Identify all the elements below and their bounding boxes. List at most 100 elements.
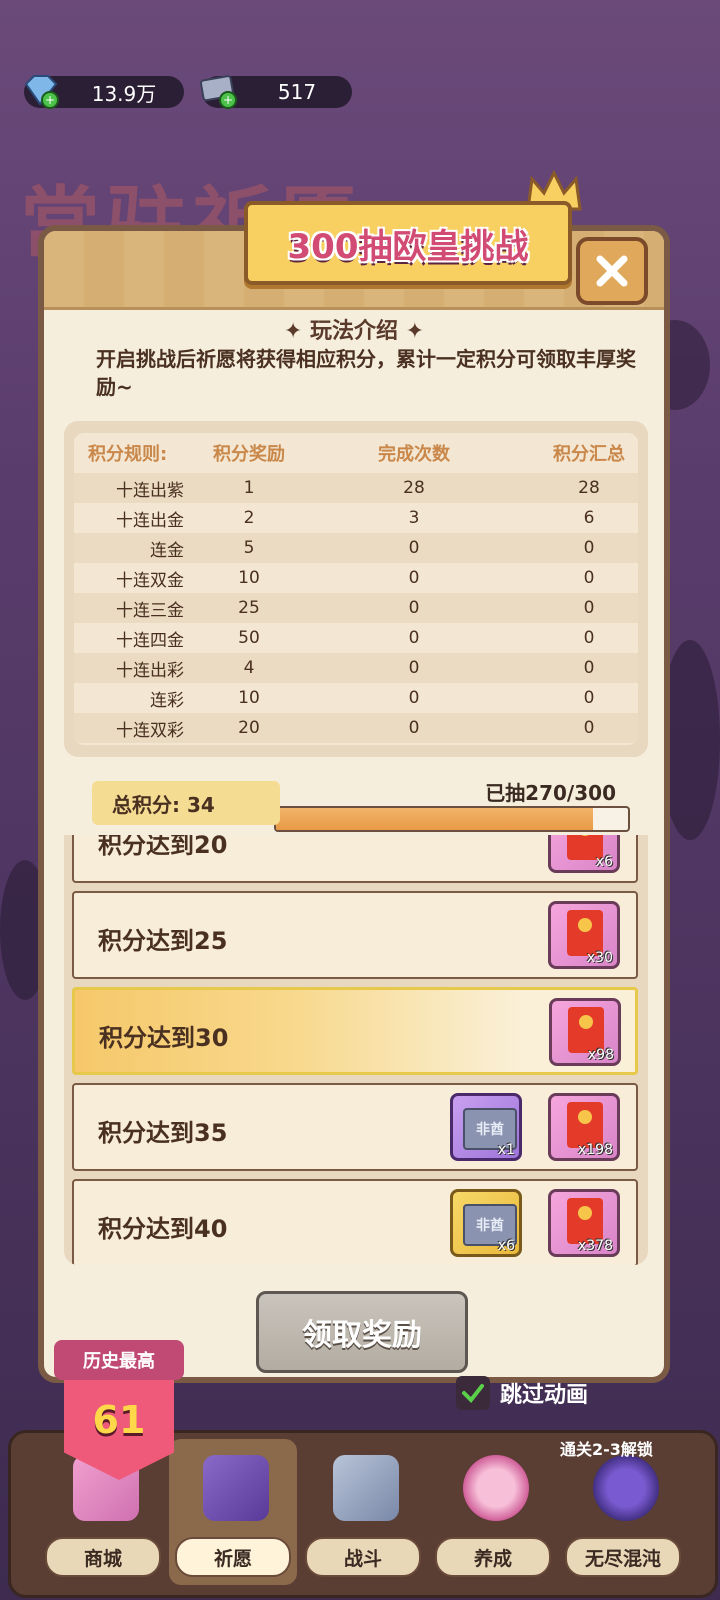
wish-icon — [203, 1455, 269, 1521]
close-button[interactable] — [576, 237, 648, 305]
total-points-label: 总积分: 34 — [92, 781, 280, 825]
reward-threshold-label: 积分达到35 — [98, 1119, 228, 1147]
nav-label: 养成 — [435, 1537, 551, 1577]
skip-animation-checkbox[interactable] — [456, 1376, 490, 1410]
challenge-modal: 300抽欧皇挑战 ✦ 玩法介绍 ✦ 开启挑战后祈愿将获得相应积分，累计一定积分可… — [38, 169, 670, 1383]
rules-header-row: 积分规则: 积分奖励 完成次数 积分汇总 — [74, 433, 638, 473]
rule-points: 50 — [238, 628, 260, 648]
rule-points: 4 — [243, 658, 255, 678]
reward-threshold-label: 积分达到40 — [98, 1215, 228, 1243]
reward-threshold-label: 积分达到25 — [98, 927, 228, 955]
rules-row: 十连双金 10 0 0 — [74, 563, 638, 593]
rule-name: 连彩 — [150, 690, 184, 711]
rule-total: 0 — [583, 568, 595, 588]
rule-count: 0 — [408, 628, 420, 648]
claim-reward-button[interactable]: 领取奖励 — [256, 1291, 468, 1373]
reward-row[interactable]: 积分达到20 x6 — [72, 835, 638, 883]
rules-row: 十连四金 50 0 0 — [74, 623, 638, 653]
rules-header: 积分奖励 — [213, 444, 285, 465]
reward-threshold-label: 积分达到20 — [98, 835, 228, 859]
rule-name: 十连出紫 — [116, 480, 184, 501]
red-envelope-reward-item[interactable]: x98 — [549, 998, 621, 1066]
reward-quantity: x198 — [577, 1142, 613, 1158]
rule-count: 0 — [408, 568, 420, 588]
history-best-label: 历史最高 — [54, 1340, 184, 1380]
ticket-count: 517 — [277, 80, 317, 104]
reward-row[interactable]: 积分达到25 x30 — [72, 891, 638, 979]
reward-quantity: x378 — [577, 1238, 613, 1254]
rules-header: 积分规则: — [88, 444, 168, 465]
rule-count: 0 — [408, 688, 420, 708]
intro-text: 开启挑战后祈愿将获得相应积分，累计一定积分可领取丰厚奖励~ — [96, 347, 636, 399]
modal-title: 300抽欧皇挑战 — [287, 226, 529, 267]
check-icon — [462, 1384, 484, 1404]
skip-animation-toggle[interactable]: 跳过动画 — [456, 1376, 588, 1410]
rule-points: 10 — [238, 568, 260, 588]
rule-points: 25 — [238, 598, 260, 618]
nav-battle[interactable]: 战斗 — [299, 1439, 427, 1585]
currency-bar: + 13.9万 + 517 — [24, 75, 352, 109]
rules-row: 十连出彩 4 0 0 — [74, 653, 638, 683]
nav-label: 商城 — [45, 1537, 161, 1577]
rule-count: 0 — [408, 598, 420, 618]
reward-quantity: x30 — [586, 950, 613, 966]
rules-row: 连金 5 0 0 — [74, 533, 638, 563]
svg-text:+: + — [45, 93, 55, 107]
rule-name: 十连双金 — [116, 570, 184, 591]
rule-name: 十连出彩 — [116, 660, 184, 681]
diamond-count: 13.9万 — [91, 81, 157, 106]
red-envelope-reward-item[interactable]: x6 — [548, 835, 620, 873]
rules-row: 十连三金 25 0 0 — [74, 593, 638, 623]
rules-row: 连彩 10 0 0 — [74, 683, 638, 713]
close-icon — [596, 255, 628, 287]
rule-points: 20 — [238, 718, 260, 738]
rule-total: 0 — [583, 538, 595, 558]
diamond-currency[interactable]: + 13.9万 — [24, 75, 184, 109]
reward-threshold-label: 积分达到30 — [99, 1024, 229, 1052]
ticket-icon: + — [199, 75, 237, 109]
rule-total: 0 — [583, 658, 595, 678]
reward-row[interactable]: 积分达到35 非酋 x1 x198 — [72, 1083, 638, 1171]
reward-quantity: x98 — [587, 1047, 614, 1063]
rule-points: 5 — [243, 538, 255, 558]
reward-row[interactable]: 积分达到30 x98 — [72, 987, 638, 1075]
rule-total: 0 — [583, 718, 595, 738]
rules-header: 积分汇总 — [553, 444, 625, 465]
nav-endless-chaos[interactable]: 无尽混沌 — [559, 1439, 687, 1585]
rule-name: 十连双彩 — [116, 720, 184, 741]
reward-quantity: x6 — [595, 854, 613, 870]
ticket-reward-item[interactable]: 非酋 x1 — [450, 1093, 522, 1161]
nav-develop[interactable]: 养成 — [429, 1439, 557, 1585]
rules-table-body: 积分规则: 积分奖励 完成次数 积分汇总 十连出紫 1 28 28 十连出金 2 3 6 连金 5… — [74, 433, 638, 745]
red-envelope-reward-item[interactable]: x378 — [548, 1189, 620, 1257]
rule-total: 6 — [583, 508, 595, 528]
rules-row: 十连双彩 20 0 0 — [74, 713, 638, 743]
reward-quantity: x1 — [497, 1142, 515, 1158]
rule-count: 0 — [408, 658, 420, 678]
nav-label: 无尽混沌 — [565, 1537, 681, 1577]
develop-icon — [463, 1455, 529, 1521]
history-best-value: 61 — [92, 1398, 146, 1442]
red-envelope-reward-item[interactable]: x198 — [548, 1093, 620, 1161]
rules-row: 十连出紫 1 28 28 — [74, 473, 638, 503]
nav-wish[interactable]: 祈愿 — [169, 1439, 297, 1585]
rule-count: 3 — [408, 508, 420, 528]
history-best-badge: 61 历史最高 — [54, 1340, 184, 1490]
rules-row: 十连出金 2 3 6 — [74, 503, 638, 533]
rule-name: 十连三金 — [116, 600, 184, 621]
ticket-currency[interactable]: + 517 — [199, 75, 352, 109]
rule-name: 十连出金 — [116, 510, 184, 531]
progress-bar — [274, 806, 630, 832]
draw-count: 已抽270/300 — [485, 781, 616, 805]
rule-count: 0 — [408, 718, 420, 738]
reward-row[interactable]: 积分达到40 非酋 x6 x378 — [72, 1179, 638, 1265]
nav-label: 战斗 — [305, 1537, 421, 1577]
rules-header: 完成次数 — [378, 444, 450, 465]
battle-icon — [333, 1455, 399, 1521]
skip-animation-label: 跳过动画 — [500, 1383, 589, 1408]
reward-list[interactable]: 积分达到20 x6 积分达到25 x30 积分达到30 x98 积分达到35 非酋 x1 x198… — [64, 835, 648, 1265]
rule-points: 2 — [243, 508, 255, 528]
red-envelope-reward-item[interactable]: x30 — [548, 901, 620, 969]
ticket-reward-item[interactable]: 非酋 x6 — [450, 1189, 522, 1257]
svg-text:+: + — [223, 93, 233, 107]
